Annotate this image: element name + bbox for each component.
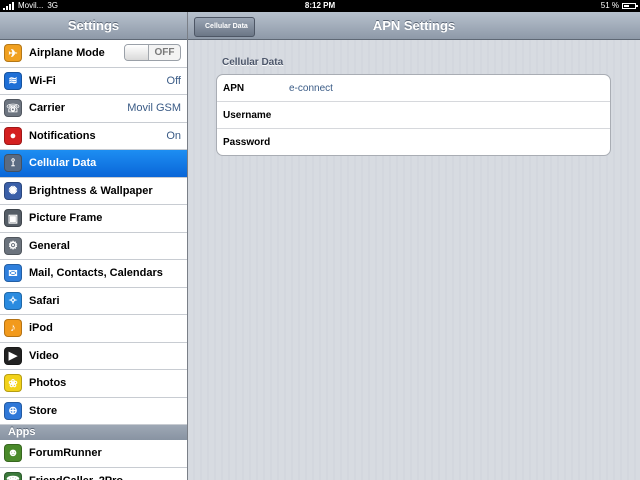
sidebar-item-airplane-mode[interactable]: ✈ Airplane Mode OFF [0, 40, 187, 68]
sidebar-title: Settings [0, 12, 187, 40]
sidebar-item-picture-frame[interactable]: ▣ Picture Frame [0, 205, 187, 233]
sidebar-item-label: Safari [29, 294, 60, 307]
sidebar-item-label: Video [29, 349, 59, 362]
sidebar-item-notifications[interactable]: ● Notifications On [0, 122, 187, 150]
sidebar-item-label: Notifications [29, 129, 96, 142]
username-label: Username [223, 109, 272, 121]
sidebar-item-label: Photos [29, 377, 67, 390]
battery-percent: 51 % [600, 1, 619, 10]
brightness-icon: ✺ [4, 181, 22, 200]
status-right: 51 % [600, 0, 638, 12]
apn-settings-pane: APN Settings Cellular Data Cellular Data… [188, 12, 640, 480]
photos-icon: ❀ [4, 374, 22, 393]
sidebar-item-label: Carrier [29, 102, 66, 115]
apn-label: APN [223, 82, 245, 94]
wifi-icon: ≋ [4, 71, 22, 90]
sidebar-item-label: Cellular Data [29, 157, 97, 170]
status-bar: Movil... 3G 8:12 PM 51 % [0, 0, 640, 12]
username-row[interactable]: Username [217, 102, 610, 129]
sidebar-item-label: ForumRunner [29, 447, 102, 460]
airplane-mode-toggle[interactable]: OFF [124, 44, 181, 61]
store-icon: ⊕ [4, 401, 22, 420]
sidebar-item-label: Store [29, 404, 58, 417]
sidebar-item-forumrunner[interactable]: ☻ ForumRunner [0, 440, 187, 468]
sidebar-item-ipod[interactable]: ♪ iPod [0, 315, 187, 343]
sidebar-item-label: Brightness & Wallpaper [29, 184, 153, 197]
sidebar-item-video[interactable]: ▶ Video [0, 342, 187, 370]
notifications-icon: ● [4, 126, 22, 145]
password-row[interactable]: Password [217, 129, 610, 155]
apps-list: ☻ ForumRunner ☎ FriendCaller, 2Pro [0, 440, 187, 480]
friendcaller-icon: ☎ [4, 471, 22, 480]
phone-icon: ☏ [4, 99, 22, 118]
group-title: Cellular Data [222, 57, 284, 68]
status-time: 8:12 PM [304, 1, 336, 10]
settings-sidebar: Settings ✈ Airplane Mode OFF ≋ Wi-Fi Off ☏ Carr… [0, 12, 188, 480]
sidebar-item-value: On [166, 129, 181, 142]
sidebar-item-label: Picture Frame [29, 212, 103, 225]
settings-list: ✈ Airplane Mode OFF ≋ Wi-Fi Off ☏ Carrier Movil … [0, 40, 187, 425]
sidebar-item-label: Airplane Mode [29, 47, 105, 60]
sidebar-item-wi-fi[interactable]: ≋ Wi-Fi Off [0, 67, 187, 95]
sidebar-item-mail-contacts-calendars[interactable]: ✉ Mail, Contacts, Calendars [0, 260, 187, 288]
sidebar-item-label: iPod [29, 322, 53, 335]
sidebar-item-label: FriendCaller, 2Pro [29, 475, 123, 480]
gear-icon: ⚙ [4, 236, 22, 255]
toggle-knob [125, 45, 149, 60]
mail-icon: ✉ [4, 264, 22, 283]
sidebar-item-value: Off [166, 74, 181, 87]
video-icon: ▶ [4, 346, 22, 365]
toggle-label: OFF [154, 47, 175, 58]
apps-section-header: Apps [0, 425, 187, 440]
airplane-icon: ✈ [4, 44, 22, 63]
sidebar-item-label: Mail, Contacts, Calendars [29, 267, 163, 280]
forumrunner-icon: ☻ [4, 444, 22, 463]
sidebar-item-brightness-wallpaper[interactable]: ✺ Brightness & Wallpaper [0, 177, 187, 205]
sidebar-item-photos[interactable]: ❀ Photos [0, 370, 187, 398]
detail-nav-bar: APN Settings Cellular Data [188, 12, 640, 40]
sidebar-item-label: Wi-Fi [29, 74, 56, 87]
apn-fields-group: APN e-connect Username Password [216, 74, 611, 156]
sidebar-item-general[interactable]: ⚙ General [0, 232, 187, 260]
apn-row[interactable]: APN e-connect [217, 75, 610, 102]
battery-icon [622, 3, 638, 9]
sidebar-item-carrier[interactable]: ☏ Carrier Movil GSM [0, 95, 187, 123]
ipad-screen: Movil... 3G 8:12 PM 51 % Settings ✈ Airpl… [0, 0, 640, 480]
detail-title: APN Settings [372, 18, 456, 33]
cellular-icon: ⟟ [4, 154, 22, 173]
password-label: Password [223, 137, 271, 148]
ipod-icon: ♪ [4, 319, 22, 338]
sidebar-item-friendcaller-2pro[interactable]: ☎ FriendCaller, 2Pro [0, 467, 187, 480]
sidebar-item-label: General [29, 239, 70, 252]
sidebar-item-safari[interactable]: ✧ Safari [0, 287, 187, 315]
sidebar-item-store[interactable]: ⊕ Store [0, 397, 187, 425]
sidebar-item-value: Movil GSM [127, 102, 181, 115]
safari-icon: ✧ [4, 291, 22, 310]
back-button[interactable]: Cellular Data [194, 17, 255, 37]
picture-frame-icon: ▣ [4, 209, 22, 228]
sidebar-item-cellular-data[interactable]: ⟟ Cellular Data [0, 150, 187, 178]
apn-field[interactable]: e-connect [289, 83, 333, 94]
